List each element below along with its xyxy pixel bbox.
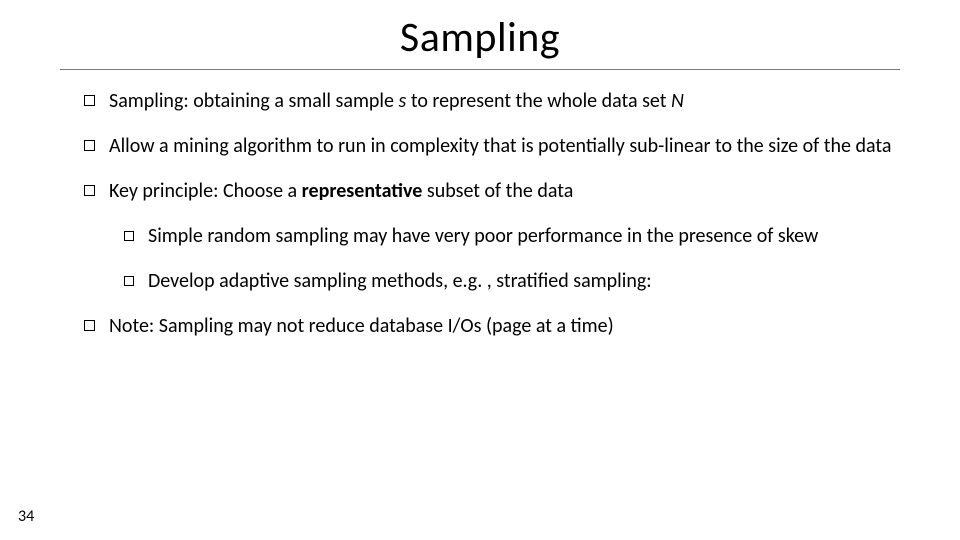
bullet-3a: Simple random sampling may have very poo… [124,223,900,250]
title-rule [60,69,900,70]
text-frag: Sampling: obtaining a small sample [109,89,399,113]
bullet-2-text: Allow a mining algorithm to run in compl… [109,133,900,160]
bullet-3b-text: Develop adaptive sampling methods, e.g. … [148,268,900,295]
slide-title: Sampling [0,0,960,63]
square-bullet-icon [84,320,95,331]
slide-body: Sampling: obtaining a small sample s to … [60,88,900,340]
bold-representative: representative [302,179,423,203]
bullet-4: Note: Sampling may not reduce database I… [84,313,900,340]
bullet-3-text: Key principle: Choose a representative s… [109,178,900,205]
bullet-3: Key principle: Choose a representative s… [84,178,900,205]
square-bullet-icon [124,231,134,241]
text-frag: subset of the data [422,179,573,203]
text-frag: Key principle: Choose a [109,179,302,203]
bullet-1-text: Sampling: obtaining a small sample s to … [109,88,900,115]
italic-n: N [671,89,684,113]
slide: Sampling Sampling: obtaining a small sam… [0,0,960,540]
square-bullet-icon [84,140,95,151]
square-bullet-icon [84,185,95,196]
bullet-2: Allow a mining algorithm to run in compl… [84,133,900,160]
bullet-3b: Develop adaptive sampling methods, e.g. … [124,268,900,295]
bullet-3a-text: Simple random sampling may have very poo… [148,223,900,250]
text-frag: to represent the whole data set [406,89,671,113]
bullet-1: Sampling: obtaining a small sample s to … [84,88,900,115]
bullet-4-text: Note: Sampling may not reduce database I… [109,313,900,340]
square-bullet-icon [84,95,95,106]
page-number: 34 [18,507,34,526]
square-bullet-icon [124,276,134,286]
